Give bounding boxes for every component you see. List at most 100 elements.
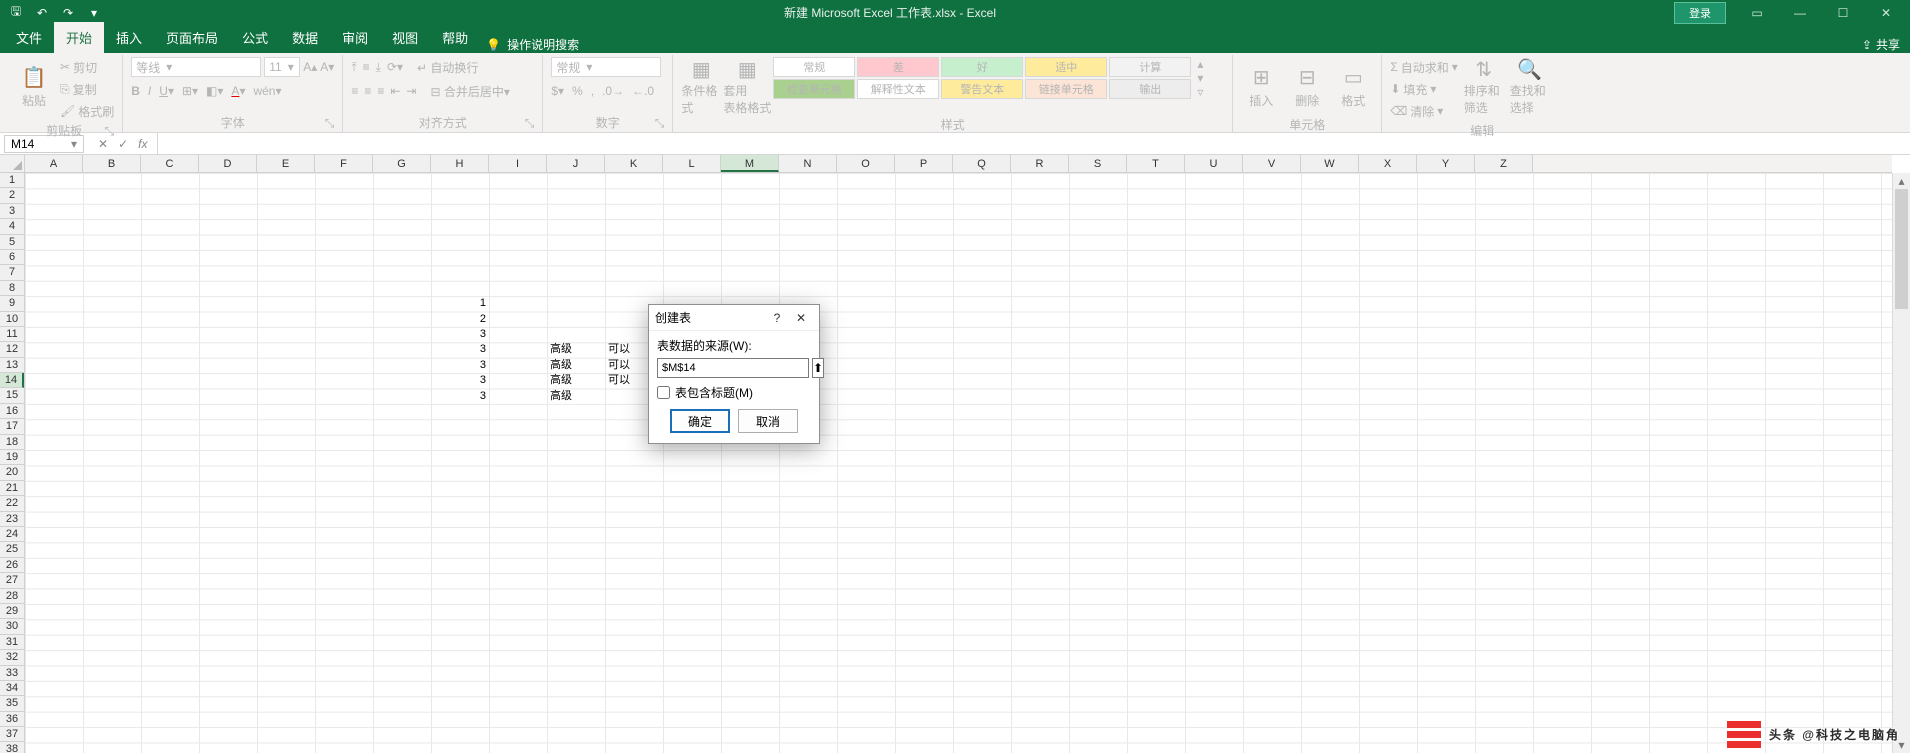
- borders-button[interactable]: ⊞▾: [182, 84, 198, 98]
- row-header[interactable]: 5: [0, 235, 24, 250]
- column-header[interactable]: R: [1011, 155, 1069, 172]
- cell[interactable]: 2: [431, 312, 489, 327]
- column-header[interactable]: G: [373, 155, 431, 172]
- dialog-launcher-icon[interactable]: ⤡: [525, 116, 535, 131]
- autosum-button[interactable]: Σ 自动求和▾: [1390, 57, 1457, 77]
- minimize-icon[interactable]: —: [1780, 0, 1820, 25]
- row-header[interactable]: 29: [0, 604, 24, 619]
- row-header[interactable]: 34: [0, 681, 24, 696]
- column-header[interactable]: V: [1243, 155, 1301, 172]
- wrap-text-button[interactable]: ↵ 自动换行: [417, 59, 478, 76]
- row-header[interactable]: 7: [0, 265, 24, 280]
- cell-style-option[interactable]: 警告文本: [941, 79, 1023, 99]
- row-header[interactable]: 11: [0, 327, 24, 342]
- align-middle-icon[interactable]: ≡: [363, 60, 370, 74]
- fx-icon[interactable]: fx: [138, 137, 147, 151]
- italic-button[interactable]: I: [148, 84, 151, 98]
- insert-cells-button[interactable]: ⊞插入: [1241, 57, 1281, 115]
- tab-help[interactable]: 帮助: [430, 22, 480, 53]
- row-header[interactable]: 30: [0, 619, 24, 634]
- increase-font-icon[interactable]: A▴: [303, 60, 317, 74]
- column-header[interactable]: N: [779, 155, 837, 172]
- accounting-button[interactable]: $▾: [551, 84, 564, 98]
- column-header[interactable]: A: [25, 155, 83, 172]
- underline-button[interactable]: U▾: [159, 84, 174, 98]
- decrease-font-icon[interactable]: A▾: [320, 60, 334, 74]
- align-center-icon[interactable]: ≡: [364, 84, 371, 98]
- select-all-button[interactable]: [0, 155, 25, 173]
- row-header[interactable]: 13: [0, 358, 24, 373]
- row-header[interactable]: 2: [0, 188, 24, 203]
- find-select-button[interactable]: 🔍查找和选择: [1510, 57, 1550, 115]
- format-cells-button[interactable]: ▭格式: [1333, 57, 1373, 115]
- row-header[interactable]: 18: [0, 435, 24, 450]
- column-header[interactable]: M: [721, 155, 779, 172]
- cell[interactable]: 3: [431, 389, 489, 404]
- enter-formula-icon[interactable]: ✓: [118, 137, 128, 151]
- phonetic-button[interactable]: wén▾: [253, 84, 281, 98]
- style-more-icon[interactable]: ▿: [1197, 85, 1203, 99]
- tab-view[interactable]: 视图: [380, 22, 430, 53]
- dialog-launcher-icon[interactable]: ⤡: [655, 116, 665, 131]
- column-header[interactable]: Y: [1417, 155, 1475, 172]
- align-bottom-icon[interactable]: ⤓: [376, 60, 381, 75]
- align-left-icon[interactable]: ≡: [351, 84, 358, 98]
- orientation-icon[interactable]: ⟳▾: [387, 60, 403, 74]
- row-header[interactable]: 1: [0, 173, 24, 188]
- row-header[interactable]: 24: [0, 527, 24, 542]
- decrease-indent-icon[interactable]: ⇤: [390, 84, 400, 98]
- column-header[interactable]: S: [1069, 155, 1127, 172]
- sort-filter-button[interactable]: ⇅排序和筛选: [1464, 57, 1504, 115]
- cell[interactable]: 高级: [547, 358, 605, 373]
- increase-indent-icon[interactable]: ⇥: [406, 84, 416, 98]
- row-header[interactable]: 33: [0, 666, 24, 681]
- font-color-button[interactable]: A▾: [231, 84, 245, 98]
- tab-insert[interactable]: 插入: [104, 22, 154, 53]
- login-button[interactable]: 登录: [1674, 2, 1726, 24]
- align-top-icon[interactable]: ⤒: [351, 60, 356, 75]
- column-header[interactable]: T: [1127, 155, 1185, 172]
- column-header[interactable]: J: [547, 155, 605, 172]
- cell-style-option[interactable]: 差: [857, 57, 939, 77]
- cell[interactable]: 3: [431, 342, 489, 357]
- table-range-input[interactable]: [657, 358, 809, 378]
- undo-icon[interactable]: ↶: [30, 2, 54, 24]
- cell-style-option[interactable]: 链接单元格: [1025, 79, 1107, 99]
- row-header[interactable]: 31: [0, 635, 24, 650]
- paste-button[interactable]: 📋 粘贴: [14, 57, 54, 115]
- cell-style-option[interactable]: 检查单元格: [773, 79, 855, 99]
- cell-style-option[interactable]: 好: [941, 57, 1023, 77]
- bold-button[interactable]: B: [131, 84, 140, 98]
- column-header[interactable]: Z: [1475, 155, 1533, 172]
- column-header[interactable]: K: [605, 155, 663, 172]
- column-header[interactable]: E: [257, 155, 315, 172]
- column-header[interactable]: D: [199, 155, 257, 172]
- cut-button[interactable]: ✂ 剪切: [60, 57, 114, 77]
- cell[interactable]: 高级: [547, 373, 605, 388]
- cell[interactable]: 3: [431, 373, 489, 388]
- row-header[interactable]: 32: [0, 650, 24, 665]
- row-header[interactable]: 8: [0, 281, 24, 296]
- vertical-scrollbar[interactable]: ▴ ▾: [1892, 173, 1910, 753]
- range-selector-icon[interactable]: ⬆: [812, 358, 824, 378]
- column-header[interactable]: P: [895, 155, 953, 172]
- fill-button[interactable]: ⬇ 填充▾: [1390, 79, 1457, 99]
- cell-style-option[interactable]: 计算: [1109, 57, 1191, 77]
- dialog-launcher-icon[interactable]: ⤡: [105, 124, 115, 139]
- tab-formulas[interactable]: 公式: [230, 22, 280, 53]
- row-header[interactable]: 4: [0, 219, 24, 234]
- cell[interactable]: 3: [431, 358, 489, 373]
- delete-cells-button[interactable]: ⊟删除: [1287, 57, 1327, 115]
- formula-bar[interactable]: [157, 133, 1910, 154]
- cell[interactable]: 1: [431, 296, 489, 311]
- tab-layout[interactable]: 页面布局: [154, 22, 230, 53]
- row-header[interactable]: 22: [0, 496, 24, 511]
- row-header[interactable]: 6: [0, 250, 24, 265]
- column-header[interactable]: W: [1301, 155, 1359, 172]
- copy-button[interactable]: ⎘ 复制: [60, 79, 114, 99]
- row-header[interactable]: 26: [0, 558, 24, 573]
- align-right-icon[interactable]: ≡: [377, 84, 384, 98]
- row-header[interactable]: 25: [0, 542, 24, 557]
- row-header[interactable]: 21: [0, 481, 24, 496]
- row-header[interactable]: 16: [0, 404, 24, 419]
